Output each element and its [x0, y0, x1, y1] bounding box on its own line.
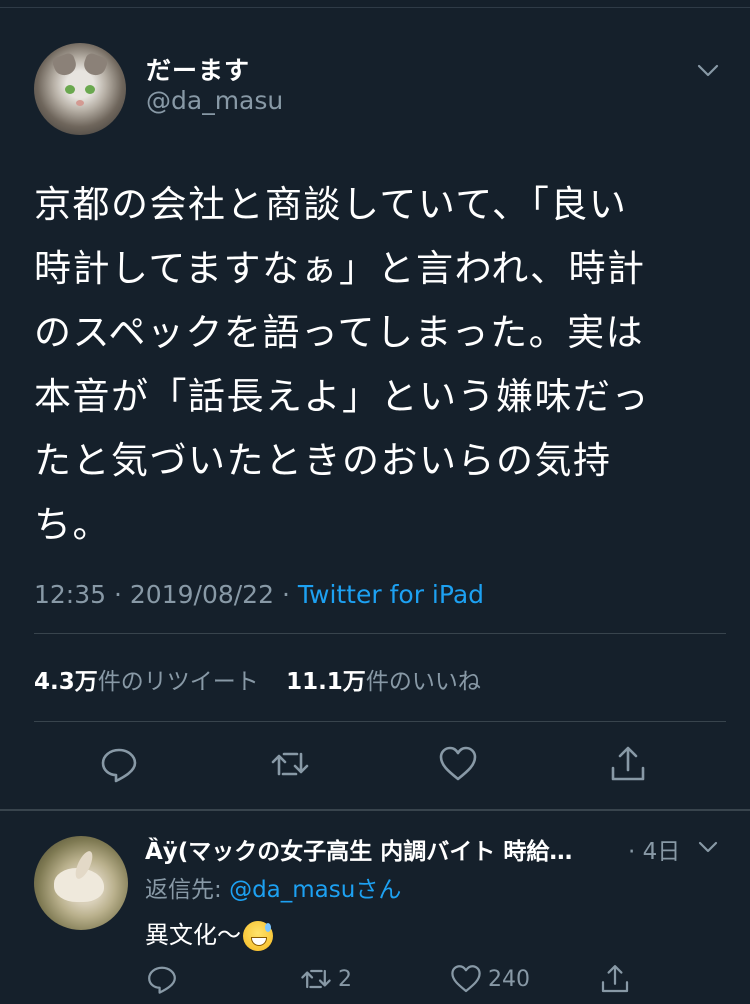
like-icon	[439, 746, 477, 781]
meta-separator: ·	[281, 580, 298, 609]
like-stat[interactable]: 11.1万件のいいね	[286, 669, 481, 695]
like-count: 11.1万	[286, 669, 366, 695]
display-name[interactable]: だーます	[146, 51, 250, 87]
reply-like-button[interactable]: 240	[450, 962, 530, 996]
reply-text: 異文化〜	[145, 915, 273, 951]
tweet-meta: 12:35 · 2019/08/22 · Twitter for iPad	[34, 580, 484, 609]
share-button[interactable]	[608, 744, 648, 784]
tweet-text: 京都の会社と商談していて、「良い 時計してますなぁ」と言われ、時計 のスペックを…	[34, 183, 650, 546]
cat-ear	[81, 51, 109, 79]
reply-icon	[101, 748, 137, 783]
avatar[interactable]	[34, 836, 128, 930]
reply-time: · 4日	[628, 839, 681, 865]
reply-handle: @da_masu	[229, 877, 356, 903]
user-handle[interactable]: @da_masu	[146, 86, 283, 115]
like-label: 件のいいね	[365, 669, 481, 695]
chevron-down-icon[interactable]	[697, 838, 719, 856]
reply-reply-button[interactable]	[146, 962, 178, 996]
section-divider	[0, 809, 750, 811]
tweet-time: 12:35	[34, 580, 107, 609]
cat-eye	[65, 85, 75, 94]
cat-nose	[76, 100, 84, 106]
share-icon	[611, 746, 645, 781]
divider	[34, 721, 726, 722]
retweet-count: 4.3万	[34, 669, 98, 695]
reply-text-body: 異文化〜	[145, 921, 241, 949]
divider	[34, 633, 726, 634]
reply-icon	[148, 966, 176, 994]
reply-button[interactable]	[99, 744, 139, 784]
like-button[interactable]	[438, 744, 478, 784]
top-divider	[0, 0, 750, 8]
reply-like-count: 240	[488, 966, 530, 992]
like-icon	[451, 965, 481, 993]
reply-suffix: さん	[355, 877, 402, 903]
retweet-stat[interactable]: 4.3万件のリツイート	[34, 669, 259, 695]
retweet-icon	[301, 969, 331, 989]
reply-handle-link[interactable]: @da_masuさん	[229, 877, 401, 903]
grinning-sweat-emoji	[243, 921, 273, 951]
reply-retweet-count: 2	[338, 966, 352, 992]
share-icon	[601, 965, 629, 993]
reply-tweet[interactable]: Ȁÿ(マックの女子高生 内調バイト 時給… · 4日 返信先: @da_masu…	[0, 812, 750, 1004]
reply-share-button[interactable]	[599, 962, 631, 996]
retweet-icon	[271, 752, 309, 776]
engagement-stats: 4.3万件のリツイート 11.1万件のいいね	[34, 662, 481, 696]
reply-time-value: 4日	[642, 839, 681, 865]
chevron-down-icon[interactable]	[696, 60, 720, 80]
tweet-date: 2019/08/22	[129, 580, 274, 609]
avatar[interactable]	[34, 43, 126, 135]
replying-to: 返信先: @da_masuさん	[145, 870, 401, 904]
cat-eye	[85, 85, 95, 94]
retweet-button[interactable]	[270, 744, 310, 784]
cat-ear	[51, 51, 79, 79]
retweet-label: 件のリツイート	[97, 669, 259, 695]
reply-display-name[interactable]: Ȁÿ(マックの女子高生 内調バイト 時給…	[145, 832, 625, 866]
reply-prefix: 返信先:	[145, 877, 230, 903]
meta-separator: ·	[114, 580, 130, 609]
reply-retweet-button[interactable]: 2	[300, 962, 352, 996]
tweet-source-link[interactable]: Twitter for iPad	[298, 580, 484, 609]
